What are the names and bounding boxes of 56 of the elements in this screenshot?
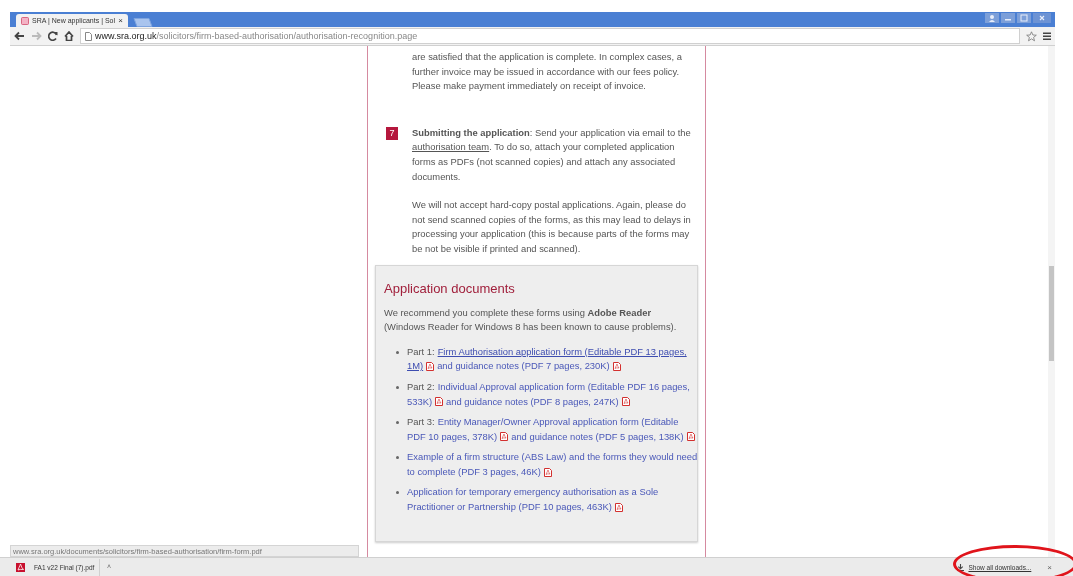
document-link[interactable]: Entity Manager/Owner Approval application form (Editable	[437, 415, 679, 430]
document-link[interactable]: 533K)	[407, 394, 433, 410]
close-shelf-button[interactable]: ×	[1047, 563, 1052, 572]
paragraph: Submitting the application: Send your application via email to the authorisation team. To do so, attach your completed application forms as PDFs (not scanned copies) and attach any associated documents.	[412, 125, 692, 184]
reload-icon[interactable]	[48, 31, 58, 41]
minimize-icon[interactable]	[1001, 13, 1015, 23]
pdf-icon	[686, 432, 695, 442]
item-label: Part 2:	[407, 379, 435, 394]
page-icon	[85, 31, 92, 41]
bullet-icon	[396, 421, 399, 425]
document-link[interactable]: to complete (PDF 3 pages, 46K)	[407, 464, 541, 480]
tab-close-button[interactable]: ×	[118, 16, 123, 25]
new-tab-button[interactable]	[131, 18, 153, 27]
document-link[interactable]: Example of a firm structure (ABS Law) and the forms they would need	[407, 450, 698, 465]
document-link[interactable]: Application for temporary emergency authorisation as a Sole	[407, 485, 659, 501]
menu-icon[interactable]	[1043, 32, 1051, 40]
item-label: Part 3:	[407, 415, 435, 430]
forward-icon[interactable]	[31, 31, 42, 41]
pdf-icon	[500, 432, 509, 442]
document-link[interactable]: PDF 10 pages, 378K)	[407, 429, 498, 445]
document-link[interactable]: and guidance notes (PDF 8 pages, 247K)	[446, 394, 619, 410]
user-icon[interactable]	[985, 13, 999, 23]
document-link[interactable]: and guidance notes (PDF 5 pages, 138K)	[511, 429, 684, 445]
favicon-icon	[21, 16, 29, 25]
maximize-icon[interactable]	[1017, 13, 1031, 23]
document-link[interactable]: Individual Approval application form (Editable PDF 16 pages,	[437, 379, 690, 395]
close-icon[interactable]	[1033, 13, 1051, 23]
pdf-icon	[435, 397, 444, 407]
step-number: 7	[386, 126, 398, 140]
bullet-icon	[396, 491, 399, 495]
document-link[interactable]: Firm Authorisation application form (Editable PDF 13 pages,	[437, 344, 687, 360]
pdf-icon	[621, 397, 630, 407]
document-link[interactable]: 1M)	[407, 359, 424, 374]
download-icon	[957, 564, 965, 571]
back-icon[interactable]	[14, 31, 25, 41]
address-bar[interactable]: www.sra.org.uk/solicitors/firm-based-authorisation/authorisation-recognition.page	[80, 28, 1020, 44]
scrollbar-thumb[interactable]	[1049, 266, 1054, 361]
paragraph: We will not accept hard-copy postal applications. Again, please do not send scanned copies of the forms, as this may lead to delays in processing your application (this is because parts of the forms may be not be visible if printed and scanned).	[412, 198, 692, 256]
pdf-icon	[612, 362, 621, 372]
paragraph: We recommend you complete these forms using Adobe Reader (Windows Reader for Windows 8 has been known to cause problems).	[384, 305, 678, 335]
bullet-icon	[396, 350, 399, 354]
pdf-file-icon	[16, 563, 25, 572]
item-label: Part 1:	[407, 344, 435, 359]
section-heading: Application documents	[384, 279, 516, 298]
document-link[interactable]: Practitioner or Partnership (PDF 10 pages, 463K)	[407, 500, 612, 515]
pdf-icon	[426, 362, 435, 372]
star-icon[interactable]	[1026, 30, 1037, 42]
url-text: www.sra.org.uk/solicitors/firm-based-authorisation/authorisation-recognition.page	[95, 31, 418, 41]
document-link[interactable]: and guidance notes (PDF 7 pages, 230K)	[437, 359, 610, 374]
paragraph: are satisfied that the application is complete. In complex cases, a further invoice may be issued in accordance with our fees policy. Please make payment immediately on receipt of invoice.	[411, 50, 683, 94]
pdf-icon	[543, 467, 552, 477]
bullet-icon	[396, 385, 399, 389]
home-icon[interactable]	[64, 31, 74, 41]
pdf-icon	[614, 502, 623, 512]
bullet-icon	[396, 456, 399, 460]
scrollbar[interactable]	[1048, 46, 1055, 557]
